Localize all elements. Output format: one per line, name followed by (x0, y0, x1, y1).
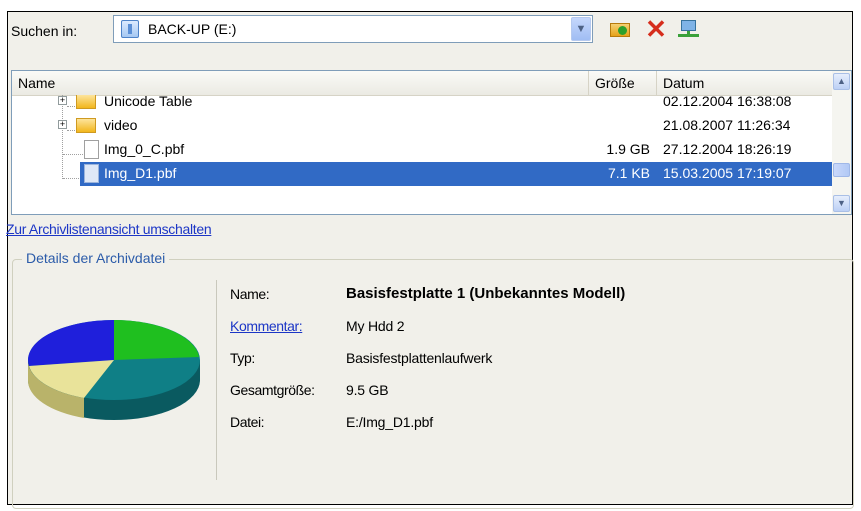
scroll-down-icon[interactable]: ▼ (833, 195, 850, 212)
total-size-label: Gesamtgröße: (230, 382, 315, 398)
look-in-label: Suchen in: (11, 23, 78, 39)
scroll-up-icon[interactable]: ▲ (833, 73, 850, 90)
table-row[interactable]: + video 21.08.2007 11:26:34 (12, 114, 832, 138)
column-header-name[interactable]: Name (12, 71, 589, 95)
file-path-value: E:/Img_D1.pbf (346, 414, 433, 430)
delete-icon: ✕ (645, 14, 667, 44)
vertical-scrollbar[interactable]: ▲ ▼ (832, 71, 851, 214)
row-size: 7.1 KB (607, 165, 650, 181)
row-date: 15.03.2005 17:19:07 (663, 165, 792, 181)
details-divider (216, 280, 217, 480)
scroll-thumb[interactable] (833, 163, 850, 177)
pie-slice-blue (28, 320, 114, 366)
column-header-date[interactable]: Datum (657, 71, 832, 95)
comment-link[interactable]: Kommentar: (230, 318, 303, 334)
type-value: Basisfestplattenlaufwerk (346, 350, 493, 366)
folder-icon (76, 118, 96, 133)
list-header: Name Größe Datum (12, 71, 832, 96)
drive-icon (121, 20, 139, 38)
table-row-selected[interactable]: Img_D1.pbf 7.1 KB 15.03.2005 17:19:07 (12, 162, 832, 186)
row-name: Img_0_C.pbf (104, 141, 185, 157)
type-label: Typ: (230, 350, 255, 366)
row-size: 1.9 GB (606, 141, 650, 157)
location-value: BACK-UP (E:) (148, 21, 237, 37)
column-header-size[interactable]: Größe (589, 71, 657, 95)
file-list[interactable]: Name Größe Datum + Unicode Table 02.12.2… (11, 70, 852, 215)
file-label: Datei: (230, 414, 265, 430)
expand-icon[interactable]: + (58, 120, 67, 129)
row-name: Img_D1.pbf (104, 165, 177, 181)
total-size-value: 9.5 GB (346, 382, 389, 398)
delete-button[interactable]: ✕ (643, 14, 669, 44)
row-date: 27.12.2004 18:26:19 (663, 141, 792, 157)
network-drive-icon (681, 20, 696, 31)
row-date: 02.12.2004 16:38:08 (663, 95, 792, 109)
new-folder-button[interactable] (607, 17, 633, 41)
row-name: Unicode Table (104, 95, 193, 109)
chevron-down-icon[interactable]: ▼ (571, 17, 591, 41)
file-icon (84, 164, 99, 183)
table-row[interactable]: + Unicode Table 02.12.2004 16:38:08 (12, 95, 832, 114)
disk-usage-pie-icon (27, 320, 200, 420)
row-date: 21.08.2007 11:26:34 (663, 117, 791, 133)
new-folder-badge (618, 26, 627, 35)
network-cable (678, 34, 699, 37)
file-icon (84, 140, 99, 159)
switch-to-archive-list-link[interactable]: Zur Archivlistenansicht umschalten (6, 221, 212, 237)
list-rows: + Unicode Table 02.12.2004 16:38:08 + vi… (12, 95, 832, 214)
folder-icon (76, 95, 96, 109)
table-row[interactable]: Img_0_C.pbf 1.9 GB 27.12.2004 18:26:19 (12, 138, 832, 162)
network-drive-button[interactable] (676, 17, 702, 41)
name-label: Name: (230, 286, 270, 302)
comment-value: My Hdd 2 (346, 318, 405, 334)
pie-slice-green (114, 320, 199, 360)
row-name: video (104, 117, 138, 133)
archive-details-legend: Details der Archivdatei (22, 250, 170, 266)
location-combobox[interactable]: BACK-UP (E:) ▼ (113, 15, 593, 43)
expand-icon[interactable]: + (58, 96, 67, 105)
name-value: Basisfestplatte 1 (Unbekanntes Modell) (346, 285, 626, 302)
